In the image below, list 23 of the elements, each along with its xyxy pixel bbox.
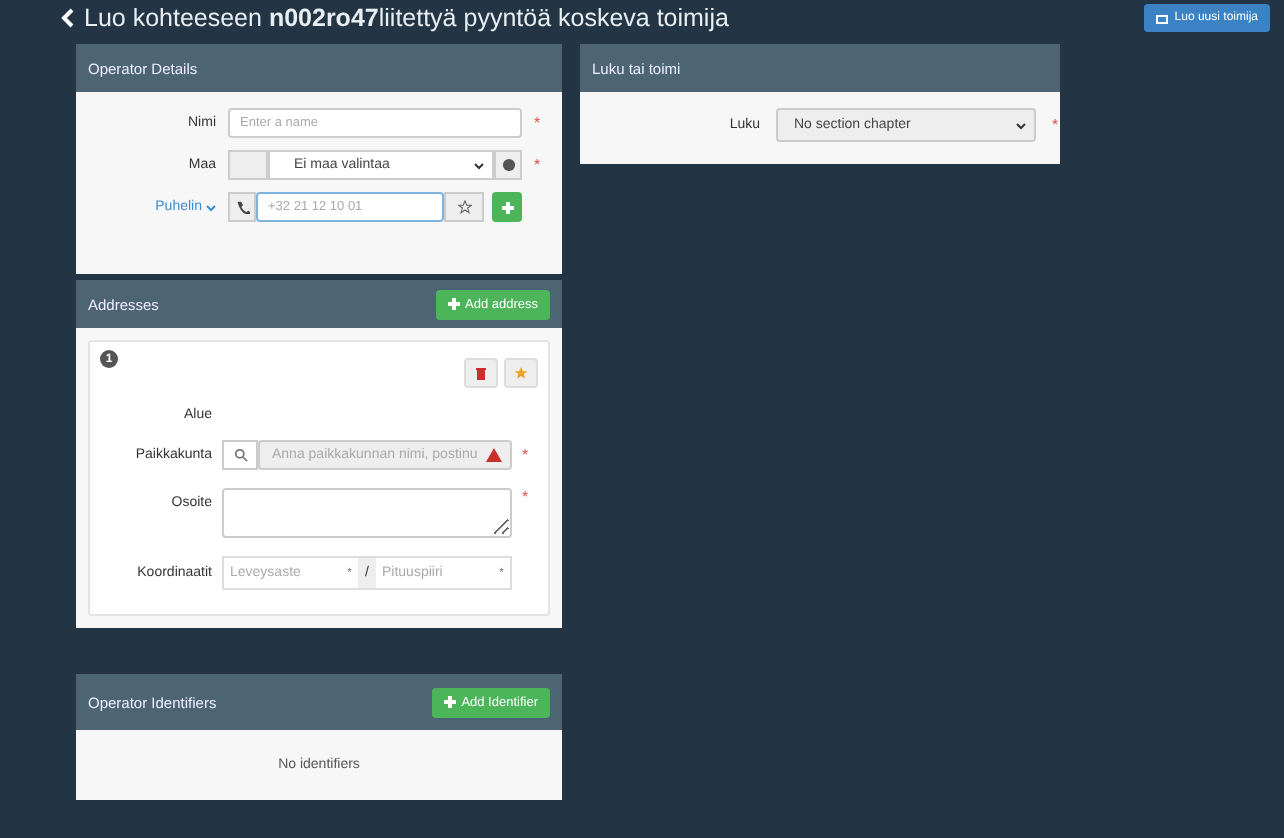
star-icon bbox=[514, 366, 528, 380]
plus-icon bbox=[501, 201, 513, 213]
page-title: Luo kohteeseen n002ro47liitettyä pyyntöä koskeva toimija bbox=[84, 4, 729, 32]
delete-button[interactable] bbox=[464, 358, 498, 388]
star-icon bbox=[457, 200, 471, 214]
required-mark: * bbox=[1052, 116, 1061, 134]
required-mark: * bbox=[534, 156, 543, 174]
required-mark: * bbox=[534, 114, 543, 132]
add-phone-button[interactable] bbox=[492, 192, 522, 222]
required-mark: * bbox=[522, 446, 531, 464]
required-mark: * bbox=[522, 488, 531, 506]
trash-icon bbox=[476, 366, 486, 380]
plus-icon bbox=[447, 298, 459, 310]
chevron-down-icon bbox=[474, 161, 484, 169]
chevron-down-icon bbox=[206, 203, 216, 211]
flag-placeholder bbox=[228, 150, 268, 180]
address-field[interactable] bbox=[222, 488, 512, 538]
search-icon bbox=[233, 448, 247, 462]
back-icon[interactable] bbox=[60, 8, 74, 28]
plus-icon bbox=[443, 696, 456, 708]
warning-icon bbox=[486, 448, 502, 462]
phone-icon bbox=[235, 200, 249, 214]
chevron-down-icon bbox=[1016, 121, 1026, 129]
